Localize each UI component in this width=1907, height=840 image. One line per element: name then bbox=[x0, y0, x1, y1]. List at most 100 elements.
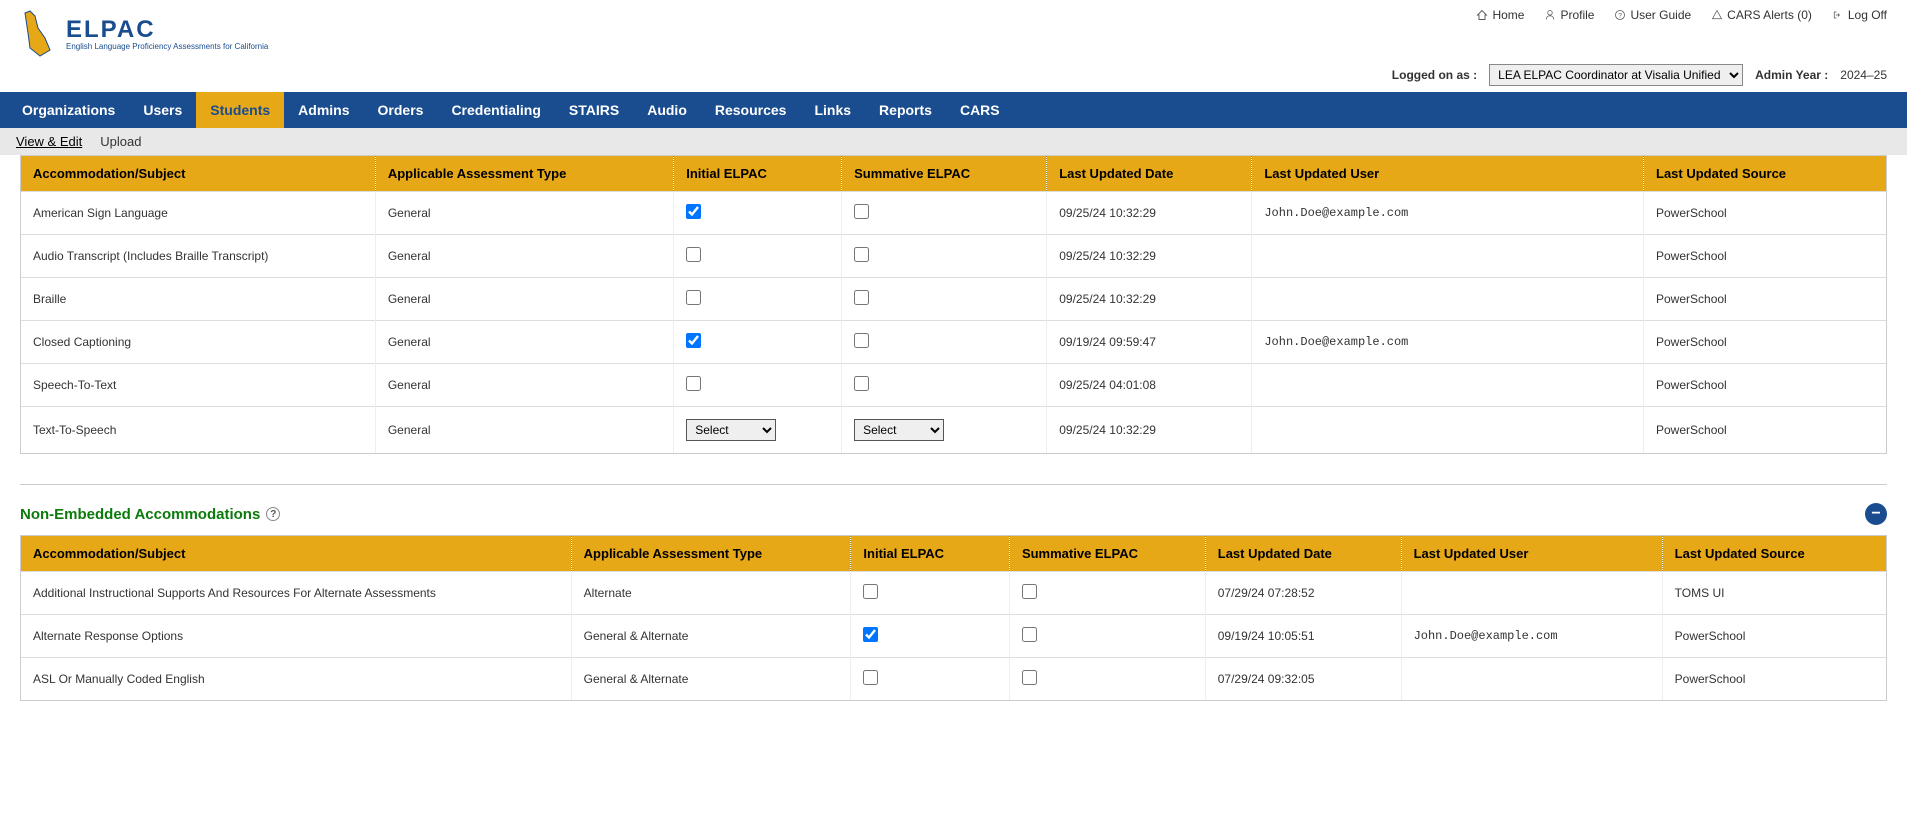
table-row: Alternate Response OptionsGeneral & Alte… bbox=[21, 615, 1886, 658]
cell-date: 09/25/24 10:32:29 bbox=[1047, 192, 1252, 235]
logo: ELPAC English Language Proficiency Asses… bbox=[20, 8, 268, 58]
embedded-accommodations-table: Accommodation/SubjectApplicable Assessme… bbox=[20, 155, 1887, 454]
table-row: BrailleGeneral09/25/24 10:32:29PowerScho… bbox=[21, 278, 1886, 321]
cell-date: 09/25/24 10:32:29 bbox=[1047, 278, 1252, 321]
column-header[interactable]: Applicable Assessment Type bbox=[571, 536, 851, 572]
cell-type: General bbox=[375, 235, 673, 278]
checkbox[interactable] bbox=[863, 584, 878, 599]
cell-user bbox=[1401, 658, 1662, 701]
table-row: American Sign LanguageGeneral 09/25/24 10… bbox=[21, 192, 1886, 235]
nav-item-cars[interactable]: CARS bbox=[946, 92, 1014, 128]
profile-icon bbox=[1544, 9, 1556, 21]
checkbox[interactable] bbox=[1022, 627, 1037, 642]
cell-summative bbox=[1009, 658, 1205, 701]
cell-subject: Braille bbox=[21, 278, 375, 321]
tts-select[interactable]: Select bbox=[686, 419, 776, 441]
cell-type: General & Alternate bbox=[571, 615, 851, 658]
column-header[interactable]: Initial ELPAC bbox=[674, 156, 842, 192]
column-header[interactable]: Last Updated Date bbox=[1047, 156, 1252, 192]
checkbox[interactable] bbox=[686, 333, 701, 348]
checkbox[interactable] bbox=[1022, 584, 1037, 599]
nav-item-organizations[interactable]: Organizations bbox=[8, 92, 129, 128]
cell-initial bbox=[674, 192, 842, 235]
nav-item-reports[interactable]: Reports bbox=[865, 92, 946, 128]
checkbox[interactable] bbox=[686, 290, 701, 305]
cell-initial: Select bbox=[674, 407, 842, 454]
cell-user: John.Doe@example.com bbox=[1252, 192, 1644, 235]
home-link[interactable]: Home bbox=[1476, 8, 1524, 22]
user-guide-link[interactable]: ? User Guide bbox=[1614, 8, 1691, 22]
nav-item-resources[interactable]: Resources bbox=[701, 92, 801, 128]
column-header[interactable]: Summative ELPAC bbox=[1009, 536, 1205, 572]
section-help-icon[interactable]: ? bbox=[266, 507, 280, 521]
profile-link[interactable]: Profile bbox=[1544, 8, 1594, 22]
checkbox[interactable] bbox=[854, 204, 869, 219]
home-icon bbox=[1476, 9, 1488, 21]
cell-type: Alternate bbox=[571, 572, 851, 615]
cell-initial bbox=[851, 658, 1010, 701]
subnav-upload[interactable]: Upload bbox=[100, 134, 141, 149]
column-header[interactable]: Last Updated User bbox=[1401, 536, 1662, 572]
cell-summative bbox=[842, 321, 1047, 364]
column-header[interactable]: Applicable Assessment Type bbox=[375, 156, 673, 192]
checkbox[interactable] bbox=[854, 333, 869, 348]
cell-source: TOMS UI bbox=[1662, 572, 1886, 615]
column-header[interactable]: Last Updated Date bbox=[1205, 536, 1401, 572]
column-header[interactable]: Accommodation/Subject bbox=[21, 156, 375, 192]
section-title-text: Non-Embedded Accommodations bbox=[20, 506, 260, 523]
collapse-button[interactable]: − bbox=[1865, 503, 1887, 525]
logoff-link[interactable]: Log Off bbox=[1832, 8, 1887, 22]
nav-item-students[interactable]: Students bbox=[196, 92, 284, 128]
checkbox[interactable] bbox=[863, 627, 878, 642]
cell-summative bbox=[1009, 615, 1205, 658]
column-header[interactable]: Accommodation/Subject bbox=[21, 536, 571, 572]
column-header[interactable]: Initial ELPAC bbox=[851, 536, 1010, 572]
cell-subject: Additional Instructional Supports And Re… bbox=[21, 572, 571, 615]
checkbox[interactable] bbox=[686, 376, 701, 391]
cell-date: 09/19/24 10:05:51 bbox=[1205, 615, 1401, 658]
cell-initial bbox=[674, 278, 842, 321]
column-header[interactable]: Last Updated User bbox=[1252, 156, 1644, 192]
alert-icon bbox=[1711, 9, 1723, 21]
nav-item-credentialing[interactable]: Credentialing bbox=[437, 92, 554, 128]
column-header[interactable]: Last Updated Source bbox=[1644, 156, 1887, 192]
section-title-non-embedded: Non-Embedded Accommodations ? bbox=[20, 506, 280, 523]
checkbox[interactable] bbox=[854, 376, 869, 391]
nav-item-audio[interactable]: Audio bbox=[633, 92, 701, 128]
cell-subject: ASL Or Manually Coded English bbox=[21, 658, 571, 701]
role-select[interactable]: LEA ELPAC Coordinator at Visalia Unified bbox=[1489, 64, 1743, 86]
subnav-view-edit[interactable]: View & Edit bbox=[16, 134, 82, 149]
checkbox[interactable] bbox=[863, 670, 878, 685]
nav-item-orders[interactable]: Orders bbox=[364, 92, 438, 128]
column-header[interactable]: Last Updated Source bbox=[1662, 536, 1886, 572]
cell-subject: Alternate Response Options bbox=[21, 615, 571, 658]
cell-initial bbox=[851, 615, 1010, 658]
checkbox[interactable] bbox=[686, 247, 701, 262]
admin-year-label: Admin Year : bbox=[1755, 68, 1828, 82]
nav-item-users[interactable]: Users bbox=[129, 92, 196, 128]
table-row: Closed CaptioningGeneral09/19/24 09:59:4… bbox=[21, 321, 1886, 364]
admin-year-value: 2024–25 bbox=[1840, 68, 1887, 82]
table-row: ASL Or Manually Coded EnglishGeneral & A… bbox=[21, 658, 1886, 701]
cell-user bbox=[1252, 278, 1644, 321]
cell-type: General bbox=[375, 321, 673, 364]
cell-subject: Audio Transcript (Includes Braille Trans… bbox=[21, 235, 375, 278]
checkbox[interactable] bbox=[686, 204, 701, 219]
cell-source: PowerSchool bbox=[1644, 192, 1887, 235]
nav-item-admins[interactable]: Admins bbox=[284, 92, 363, 128]
logo-title: ELPAC bbox=[66, 16, 268, 44]
cell-summative bbox=[842, 364, 1047, 407]
user-guide-label: User Guide bbox=[1630, 8, 1691, 22]
checkbox[interactable] bbox=[854, 247, 869, 262]
cars-alerts-link[interactable]: CARS Alerts (0) bbox=[1711, 8, 1812, 22]
cell-subject: American Sign Language bbox=[21, 192, 375, 235]
cell-source: PowerSchool bbox=[1662, 658, 1886, 701]
tts-select[interactable]: Select bbox=[854, 419, 944, 441]
cell-type: General bbox=[375, 192, 673, 235]
cell-type: General & Alternate bbox=[571, 658, 851, 701]
column-header[interactable]: Summative ELPAC bbox=[842, 156, 1047, 192]
nav-item-stairs[interactable]: STAIRS bbox=[555, 92, 633, 128]
checkbox[interactable] bbox=[1022, 670, 1037, 685]
checkbox[interactable] bbox=[854, 290, 869, 305]
nav-item-links[interactable]: Links bbox=[800, 92, 865, 128]
